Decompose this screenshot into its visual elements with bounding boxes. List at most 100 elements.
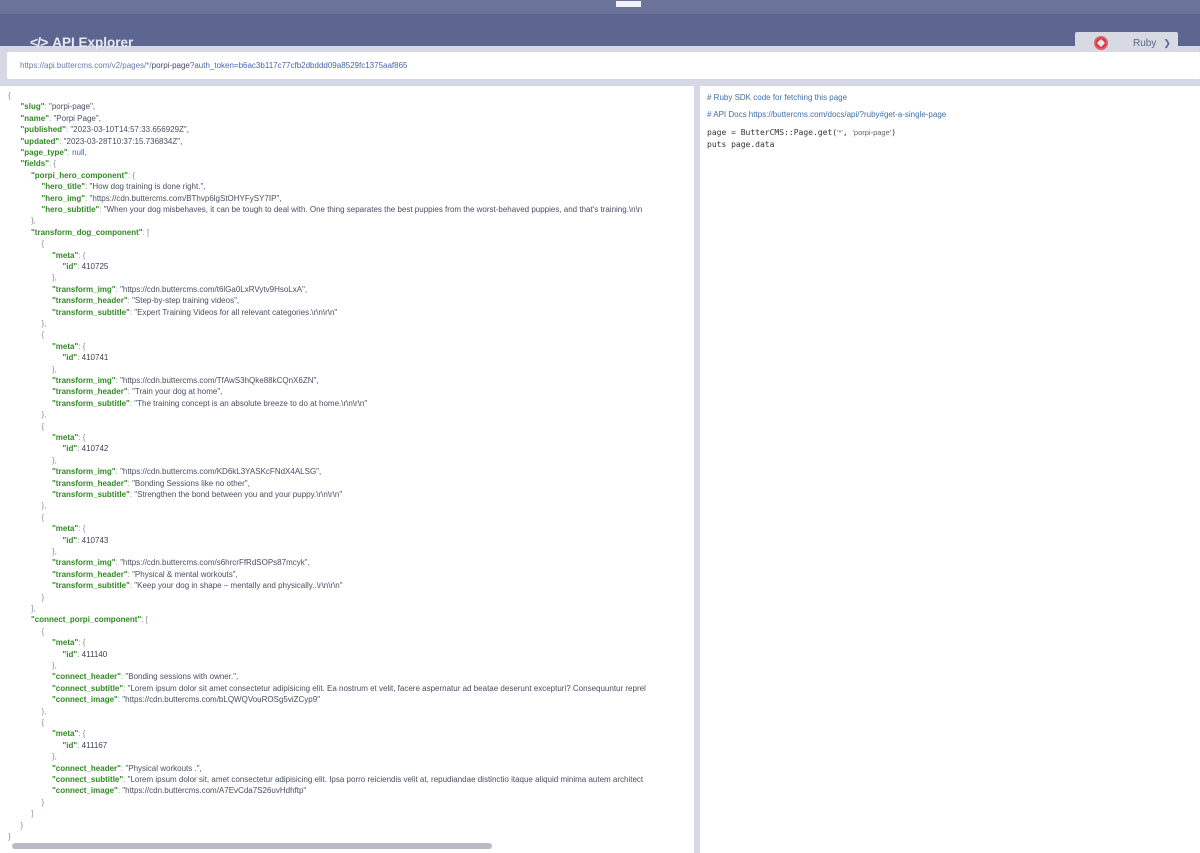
json-token: "connect_porpi_component"	[31, 615, 142, 625]
json-line: {	[42, 626, 45, 637]
json-line: "transform_header": "Bonding Sessions li…	[52, 478, 250, 489]
json-token: : {	[78, 638, 86, 648]
json-line: "transform_header": "Physical & mental w…	[52, 569, 238, 580]
json-line: },	[42, 318, 47, 329]
json-token: "id"	[62, 353, 78, 363]
json-line: "transform_subtitle": "The training conc…	[52, 398, 367, 409]
chevron-down-icon: ❯	[1163, 37, 1171, 48]
json-token: "transform_header"	[52, 569, 128, 579]
json-line: ]	[31, 808, 33, 819]
json-line: "id": 410743	[63, 535, 109, 546]
json-token: {	[41, 626, 45, 636]
code-arg-slug: 'porpi-page'	[852, 128, 892, 137]
json-token: "published"	[20, 125, 66, 135]
json-token: 410743	[81, 535, 109, 545]
json-line: {	[42, 238, 45, 249]
json-token: "2023-03-10T14:57:33.656929Z",	[70, 125, 189, 135]
json-token: "transform_header"	[52, 478, 128, 488]
json-token: 411140	[81, 649, 108, 659]
json-token: "Lorem ipsum dolor sit, amet consectetur…	[127, 775, 644, 784]
json-token: "transform_img"	[52, 558, 116, 568]
json-token: "transform_dog_component"	[31, 227, 143, 237]
json-token: }	[20, 820, 24, 830]
json-token: "connect_image"	[52, 695, 118, 705]
json-line: "transform_img": "https://cdn.buttercms.…	[52, 466, 321, 477]
json-token: "Step-by-step training videos",	[132, 296, 240, 306]
json-token: "porpi_hero_component"	[31, 170, 128, 180]
json-line: },	[52, 455, 57, 466]
json-line: {	[8, 90, 11, 101]
json-line: "transform_subtitle": "Keep your dog in …	[52, 580, 343, 591]
code-brackets-icon: </>	[30, 34, 48, 50]
top-bar: </> API Explorer Ruby ❯	[0, 0, 1200, 54]
json-token: "2023-03-28T10:37:15.736834Z",	[63, 136, 183, 146]
json-token: : {	[48, 159, 57, 169]
json-token: "hero_img"	[41, 193, 86, 203]
json-token: : {	[78, 250, 86, 260]
code-line-puts: puts page.data	[707, 140, 775, 149]
resize-grip-icon[interactable]	[616, 1, 641, 7]
json-line: },	[42, 409, 47, 420]
horizontal-scrollbar[interactable]	[12, 843, 492, 849]
json-token: "id"	[62, 444, 78, 454]
json-line: "meta": {	[52, 728, 85, 739]
language-select-button[interactable]: Ruby ❯	[1075, 32, 1178, 54]
json-token: 411167	[81, 740, 108, 750]
json-line: },	[31, 215, 36, 226]
json-token: },	[52, 752, 57, 762]
json-line: "fields": {	[21, 158, 57, 169]
json-token: "transform_subtitle"	[52, 490, 130, 499]
json-token: }	[8, 832, 11, 841]
json-token: 410741	[81, 353, 109, 363]
json-line: "published": "2023-03-10T14:57:33.656929…	[21, 124, 189, 135]
json-token: "meta"	[52, 250, 79, 260]
json-token: "meta"	[52, 341, 79, 351]
json-token: "id"	[62, 649, 78, 659]
json-token: "https://cdn.buttercms.com/A7EvCda7S26uv…	[122, 786, 307, 796]
code-call: page = ButterCMS::Page.get(	[707, 128, 838, 137]
json-line: }	[42, 797, 45, 808]
json-line: "hero_subtitle": "When your dog misbehav…	[42, 204, 643, 215]
json-token: "transform_header"	[52, 296, 128, 306]
json-line: "transform_header": "Step-by-step traini…	[52, 295, 239, 306]
url-slug: porpi-page	[151, 61, 190, 70]
json-line: "transform_header": "Train your dog at h…	[52, 386, 222, 397]
json-line: "transform_img": "https://cdn.buttercms.…	[52, 284, 307, 295]
sdk-code-panel[interactable]: # Ruby SDK code for fetching this page #…	[700, 86, 1200, 853]
json-token: "connect_image"	[52, 786, 118, 796]
json-token: "id"	[62, 740, 78, 750]
json-token: : {	[127, 170, 136, 180]
json-line: "name": "Porpi Page",	[21, 113, 101, 124]
json-token: "fields"	[20, 159, 49, 169]
code-line-get: page = ButterCMS::Page.get('*', 'porpi-p…	[707, 128, 896, 137]
json-line: "transform_img": "https://cdn.buttercms.…	[52, 375, 319, 386]
json-line: {	[42, 717, 45, 728]
json-token: "transform_img"	[52, 467, 116, 477]
json-token: },	[41, 501, 47, 511]
json-token: {	[41, 718, 45, 727]
request-url-bar[interactable]: https://api.buttercms.com/v2/pages/*/por…	[7, 52, 1200, 79]
json-token: "connect_subtitle"	[52, 775, 124, 784]
json-token: "id"	[62, 262, 78, 271]
json-token: "transform_subtitle"	[52, 398, 130, 408]
json-token: },	[41, 410, 47, 420]
json-line: },	[42, 706, 47, 717]
json-token: "updated"	[20, 136, 60, 146]
json-line: },	[52, 546, 57, 557]
json-token: "Strengthen the bond between you and you…	[134, 490, 343, 499]
json-token: },	[41, 319, 47, 328]
json-token: : [	[142, 227, 150, 237]
json-response-panel[interactable]: {"slug": "porpi-page", "name": "Porpi Pag…	[0, 86, 694, 853]
json-line: "id": 411167	[63, 740, 108, 751]
json-token: },	[41, 706, 47, 716]
json-token: "connect_subtitle"	[52, 683, 124, 693]
json-token: "https://cdn.buttercms.com/BThvp6lgStOHY…	[89, 193, 282, 203]
json-line: "meta": {	[52, 250, 85, 261]
json-token: "meta"	[52, 638, 79, 648]
json-token: null,	[72, 148, 87, 157]
ruby-icon	[1094, 36, 1108, 50]
json-line: "porpi_hero_component": {	[31, 170, 135, 181]
json-token: : {	[78, 729, 86, 739]
json-token: "Bonding sessions with owner.",	[125, 672, 239, 682]
json-line: },	[52, 364, 57, 375]
